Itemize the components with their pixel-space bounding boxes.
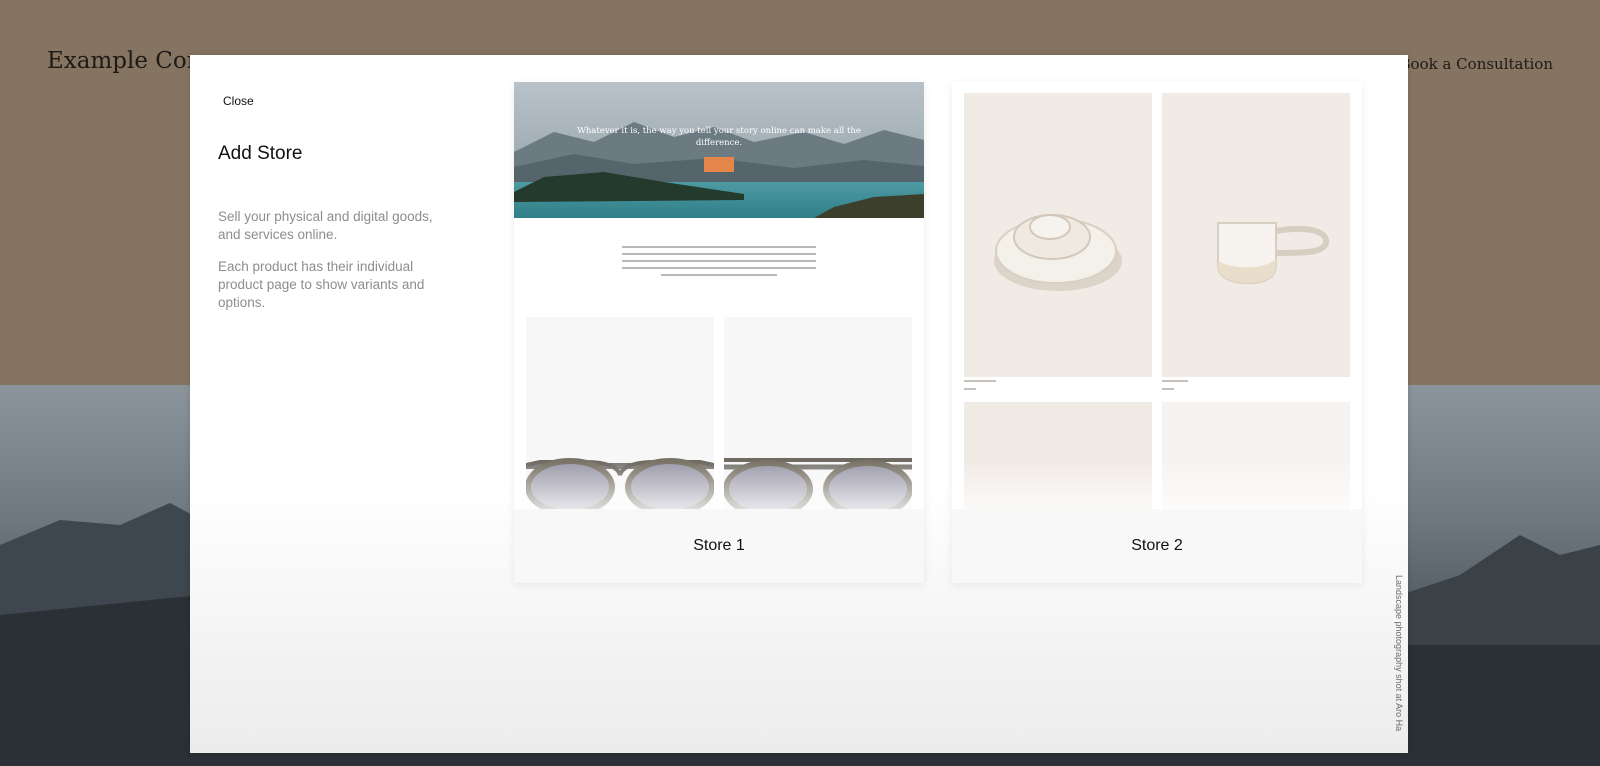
ceramic-cup-product-image: [1162, 93, 1350, 377]
store-1-label-bar[interactable]: Store 1: [514, 509, 924, 583]
store-1-hero-button: [704, 157, 734, 172]
store-1-hero-image: Whatever it is, the way you tell your st…: [514, 82, 924, 218]
product-name-placeholder: [1162, 380, 1188, 382]
store-1-hero-text: Whatever it is, the way you tell your st…: [577, 126, 861, 148]
store-1-card[interactable]: Whatever it is, the way you tell your st…: [514, 82, 924, 583]
store-2-label-bar[interactable]: Store 2: [952, 509, 1362, 583]
card-fade: [514, 462, 924, 509]
photo-credit-text: Landscape photography shot at Aro Ha: [1394, 575, 1404, 732]
modal-title: Add Store: [218, 143, 303, 164]
product-price-placeholder: [1162, 388, 1174, 390]
modal-description-goods: Sell your physical and digital goods, an…: [218, 209, 433, 242]
store-1-label: Store 1: [693, 537, 745, 554]
product-price-placeholder: [964, 388, 976, 390]
store-1-intro-text: [622, 246, 816, 286]
ceramic-bowls-product-image: [964, 93, 1152, 377]
modal-description-products: Each product has their individual produc…: [218, 259, 425, 310]
store-2-label: Store 2: [1131, 537, 1183, 554]
book-consultation-link[interactable]: Book a Consultation: [1400, 55, 1553, 73]
photo-credit: Landscape photography shot at Aro Ha: [1390, 575, 1406, 745]
add-store-modal: Close Add Store Sell your physical and d…: [190, 55, 1408, 753]
site-title[interactable]: Example Com: [47, 48, 209, 74]
card-fade: [952, 462, 1362, 509]
close-button[interactable]: Close: [223, 94, 254, 108]
store-2-card[interactable]: Store 2: [952, 82, 1362, 583]
product-name-placeholder: [964, 380, 996, 382]
